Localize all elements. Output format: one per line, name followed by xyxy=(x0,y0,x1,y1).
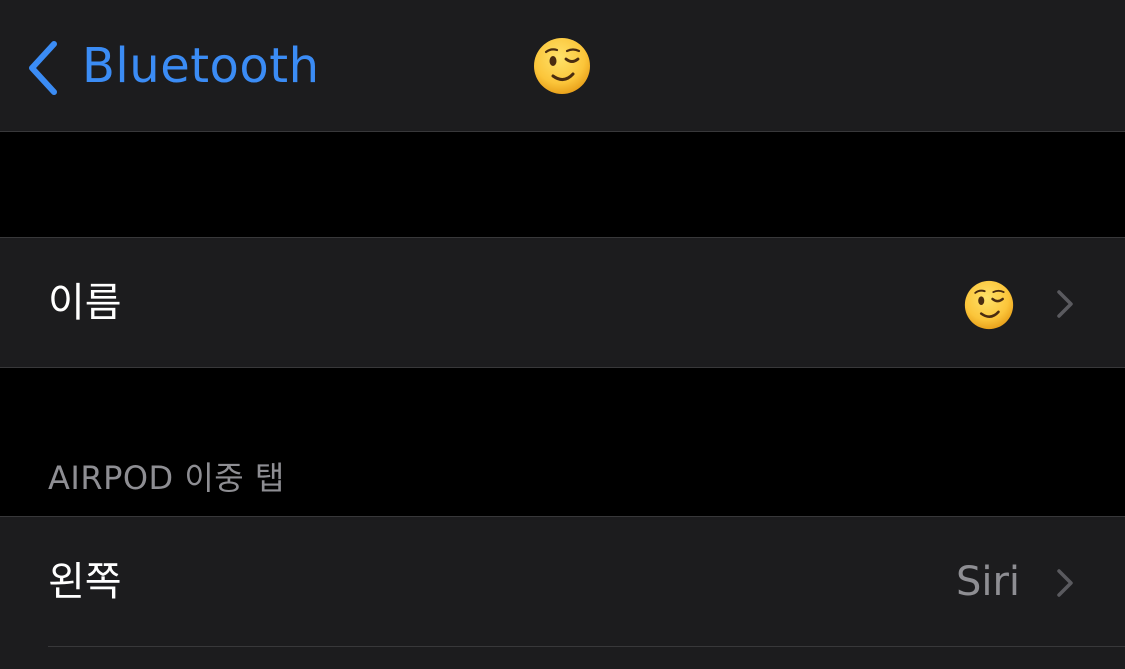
left-airpod-row[interactable]: 왼쪽 Siri xyxy=(0,516,1125,647)
back-button-label: Bluetooth xyxy=(82,38,320,94)
next-row-partial[interactable] xyxy=(0,647,1125,669)
left-airpod-row-value: Siri xyxy=(955,559,1020,605)
winking-face-icon xyxy=(964,280,1014,330)
chevron-left-icon xyxy=(22,36,66,96)
winking-face-icon xyxy=(533,37,591,95)
back-button[interactable]: Bluetooth xyxy=(22,28,320,104)
section-header-double-tap: AIRPOD 이중 탭 xyxy=(48,459,285,497)
chevron-right-icon xyxy=(1054,288,1076,320)
name-row-label: 이름 xyxy=(48,280,122,326)
chevron-right-icon xyxy=(1054,567,1076,599)
name-row[interactable]: 이름 xyxy=(0,237,1125,368)
navigation-bar: Bluetooth xyxy=(0,0,1125,132)
left-airpod-row-label: 왼쪽 xyxy=(48,559,122,605)
